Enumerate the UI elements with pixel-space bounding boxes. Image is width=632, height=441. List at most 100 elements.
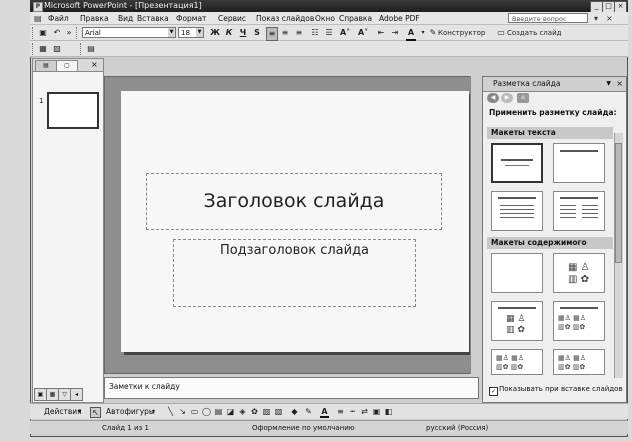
chevron-down-icon[interactable]: ▾ <box>152 406 155 418</box>
menu-slideshow[interactable]: Показ слайдов <box>256 12 314 25</box>
image-icon[interactable]: ▧ <box>274 407 283 416</box>
font-size-combo[interactable]: 18 ▼ <box>178 27 204 38</box>
italic-button[interactable]: К <box>224 27 234 39</box>
task-pane-title[interactable]: Разметка слайда <box>493 77 560 91</box>
line-style-icon[interactable]: ≡ <box>336 407 345 416</box>
menu-tools[interactable]: Сервис <box>218 12 246 25</box>
designer-button[interactable]: Конструктор <box>438 27 485 39</box>
designer-icon[interactable]: ✎ <box>428 27 438 39</box>
menu-insert[interactable]: Вставка <box>137 12 169 25</box>
numbering-icon[interactable]: ☷ <box>310 27 320 39</box>
fill-color-icon[interactable]: ◆ <box>290 407 299 416</box>
layout-content[interactable]: ▦ ♙ ▥ ✿ <box>553 253 605 293</box>
arrow-icon[interactable]: ↘ <box>178 407 187 416</box>
chevron-down-icon[interactable]: ▾ <box>78 406 81 418</box>
increase-font-icon[interactable]: A˄ <box>340 27 350 39</box>
bold-button[interactable]: Ж <box>210 27 220 39</box>
shadow-style-icon[interactable]: ▣ <box>372 407 381 416</box>
toolbar-grip-4[interactable] <box>80 43 84 55</box>
doc-close-icon[interactable]: × <box>606 13 613 24</box>
actions-menu[interactable]: Действия <box>44 406 82 418</box>
font-color-icon[interactable]: A <box>320 407 329 418</box>
new-slide-button[interactable]: Создать слайд <box>507 27 561 39</box>
home-icon[interactable]: ⌂ <box>517 93 529 103</box>
layout-title-content-four[interactable]: ▦♙ ▦♙ ▥✿ ▥✿ <box>491 349 543 375</box>
close-icon[interactable]: × <box>91 59 98 71</box>
review-icon[interactable]: ▤ <box>86 43 96 55</box>
save-icon[interactable]: ▣ <box>38 27 48 39</box>
vertical-scrollbar[interactable] <box>470 76 479 374</box>
arrow-style-icon[interactable]: ⇄ <box>360 407 369 416</box>
line-color-icon[interactable]: ✎ <box>304 407 313 416</box>
toolbar-grip[interactable] <box>32 27 36 39</box>
3d-style-icon[interactable]: ◧ <box>384 407 393 416</box>
chevron-down-icon[interactable]: ▼ <box>168 28 175 37</box>
layout-title-slide[interactable] <box>491 143 543 183</box>
underline-button[interactable]: Ч <box>238 27 248 39</box>
chevron-down-icon[interactable]: ▼ <box>196 28 203 37</box>
align-left-icon[interactable]: ≡ <box>266 27 278 41</box>
select-pointer-icon[interactable]: ↖ <box>90 407 101 418</box>
scrollbar-thumb[interactable] <box>615 143 622 263</box>
menu-help[interactable]: Справка <box>339 12 372 25</box>
menu-view[interactable]: Вид <box>118 12 133 25</box>
diagram-icon[interactable]: ◈ <box>238 407 247 416</box>
help-search-input[interactable]: Введите вопрос <box>508 13 588 23</box>
dash-style-icon[interactable]: ┅ <box>348 407 357 416</box>
help-dropdown-icon[interactable]: ▾ <box>594 13 598 24</box>
undo-icon[interactable]: ↶ <box>52 27 62 39</box>
decrease-indent-icon[interactable]: ⇤ <box>376 27 386 39</box>
shadow-button[interactable]: S <box>252 27 262 39</box>
increase-indent-icon[interactable]: ⇥ <box>390 27 400 39</box>
menu-format[interactable]: Формат <box>176 12 206 25</box>
menu-adobe-pdf[interactable]: Adobe PDF <box>379 12 420 25</box>
oval-icon[interactable]: ◯ <box>202 407 211 416</box>
decrease-font-icon[interactable]: A˅ <box>358 27 368 39</box>
layout-title-and-text[interactable] <box>491 191 543 231</box>
notes-pane[interactable]: Заметки к слайду <box>104 377 479 399</box>
slide-design-icon[interactable]: ▧ <box>52 43 62 55</box>
menu-bar: ▤ Файл Правка Вид Вставка Формат Сервис … <box>30 12 628 25</box>
slides-pane-tabs: ▤ ▢ × <box>33 59 103 72</box>
slide-layout-icon[interactable]: ▦ <box>38 43 48 55</box>
toolbar-grip-2[interactable] <box>76 27 80 39</box>
tab-slides[interactable]: ▢ <box>56 60 78 71</box>
layout-title-and-content[interactable]: ▦ ♙ ▥ ✿ <box>491 301 543 341</box>
chevron-down-icon[interactable]: ▾ <box>418 27 428 39</box>
font-name-combo[interactable]: Arial ▼ <box>82 27 176 38</box>
menu-file[interactable]: Файл <box>48 12 69 25</box>
toolbar-options-icon[interactable]: » <box>64 27 74 39</box>
bullets-icon[interactable]: ☰ <box>324 27 334 39</box>
align-right-icon[interactable]: ≡ <box>294 27 304 39</box>
layout-four-content[interactable]: ▦♙ ▦♙ ▥✿ ▥✿ <box>553 349 605 375</box>
close-icon[interactable]: × <box>616 77 623 91</box>
toolbar-grip-3[interactable] <box>32 43 36 55</box>
autoshapes-menu[interactable]: Автофигуры <box>106 406 155 418</box>
subtitle-placeholder[interactable]: Подзаголовок слайда <box>173 239 416 307</box>
rectangle-icon[interactable]: ▭ <box>190 407 199 416</box>
show-on-insert-checkbox[interactable]: ✓ <box>489 387 498 396</box>
layout-title-only[interactable] <box>553 143 605 183</box>
align-center-icon[interactable]: ≡ <box>280 27 290 39</box>
back-icon[interactable]: ◀ <box>487 93 499 103</box>
layout-blank[interactable] <box>491 253 543 293</box>
menu-window[interactable]: Окно <box>315 12 335 25</box>
scroll-left-icon[interactable]: ◂ <box>70 388 83 401</box>
wordart-icon[interactable]: ◪ <box>226 407 235 416</box>
document-icon[interactable]: ▤ <box>34 13 42 24</box>
task-pane-scrollbar[interactable] <box>614 133 623 378</box>
new-slide-icon[interactable]: ▭ <box>496 27 506 39</box>
menu-edit[interactable]: Правка <box>80 12 109 25</box>
layout-title-and-two-content[interactable]: ▦♙ ▦♙ ▥✿ ▥✿ <box>553 301 605 341</box>
slide-thumbnail[interactable] <box>47 92 99 129</box>
layout-title-and-two-columns[interactable] <box>553 191 605 231</box>
tab-outline[interactable]: ▤ <box>35 60 57 72</box>
title-placeholder[interactable]: Заголовок слайда <box>146 173 442 230</box>
clipart-icon[interactable]: ✿ <box>250 407 259 416</box>
textbox-icon[interactable]: ▤ <box>214 407 223 416</box>
chevron-down-icon[interactable]: ▼ <box>606 77 611 91</box>
font-color-button[interactable]: А <box>406 27 416 41</box>
forward-icon[interactable]: ▶ <box>501 93 513 103</box>
picture-icon[interactable]: ▨ <box>262 407 271 416</box>
line-icon[interactable]: ╲ <box>166 407 175 416</box>
